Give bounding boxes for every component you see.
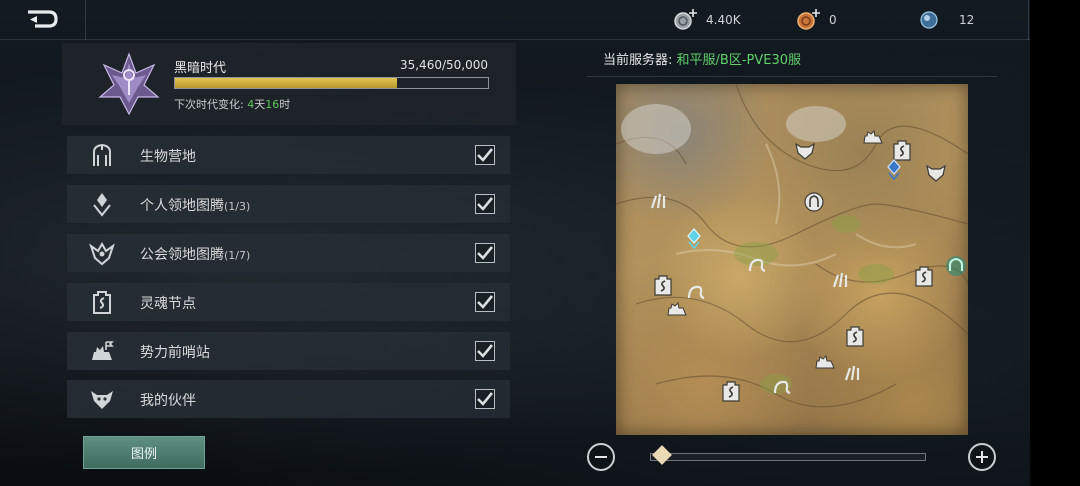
creature-marker-icon[interactable] (794, 139, 816, 161)
screen-edge (1030, 0, 1080, 486)
era-change-days-unit: 天 (254, 98, 266, 111)
resource-silver[interactable]: 4.40K (674, 8, 741, 32)
filter-checkbox[interactable] (475, 341, 495, 361)
back-button[interactable] (25, 8, 61, 30)
soul-node-marker-icon[interactable] (913, 265, 935, 287)
companion-icon (89, 386, 115, 412)
divider (1028, 0, 1029, 40)
bronze-coin-icon (797, 8, 821, 32)
checkmark-icon (477, 197, 494, 211)
claw-marker-icon[interactable] (830, 269, 852, 291)
serpent-marker-icon[interactable] (685, 279, 707, 301)
filter-row-personal-totem[interactable]: 个人领地图腾(1/3) (67, 185, 510, 223)
era-progress-bar (174, 77, 489, 89)
serpent-marker-icon[interactable] (771, 374, 793, 396)
zoom-slider-track[interactable] (650, 453, 926, 461)
back-arrow-icon (28, 10, 58, 28)
server-value: 和平服/B区-PVE30服 (676, 53, 802, 68)
claw-marker-icon[interactable] (648, 190, 670, 212)
claw-marker-icon[interactable] (842, 362, 864, 384)
filter-checkbox[interactable] (475, 243, 495, 263)
checkmark-icon (477, 344, 494, 358)
filter-label: 公会领地图腾(1/7) (140, 247, 251, 263)
bronze-amount: 0 (829, 13, 837, 27)
era-change-hours: 16 (265, 98, 280, 111)
era-change-countdown: 下次时代变化: 4天16时 (174, 96, 290, 112)
creature-camp-icon (89, 142, 115, 168)
filter-row-creature-camp[interactable]: 生物营地 (67, 136, 510, 174)
checkmark-icon (477, 148, 494, 162)
filter-row-outpost[interactable]: 势力前哨站 (67, 332, 510, 370)
era-change-label: 下次时代变化: (174, 98, 244, 111)
legend-button[interactable]: 图例 (83, 436, 205, 469)
serpent-marker-icon[interactable] (746, 252, 768, 274)
outpost-icon (89, 338, 115, 364)
server-label: 当前服务器: (603, 53, 673, 68)
world-map[interactable] (616, 84, 968, 435)
divider (85, 0, 86, 40)
personal-totem-marker-icon[interactable] (683, 227, 705, 249)
filter-label: 灵魂节点 (140, 296, 196, 312)
zoom-in-button[interactable] (968, 443, 996, 471)
current-server: 当前服务器: 和平服/B区-PVE30服 (603, 49, 801, 68)
era-progress-fill (175, 78, 397, 88)
filter-row-guild-totem[interactable]: 公会领地图腾(1/7) (67, 234, 510, 272)
guild-totem-marker-icon[interactable] (883, 158, 905, 180)
outpost-marker-icon[interactable] (814, 349, 836, 371)
camp-marker-icon[interactable] (803, 191, 825, 213)
filter-label: 个人领地图腾(1/3) (140, 198, 251, 214)
era-panel: 黑暗时代 35,460/50,000 下次时代变化: 4天16时 (62, 43, 516, 125)
era-progress-text: 35,460/50,000 (399, 58, 488, 72)
filter-checkbox[interactable] (475, 292, 495, 312)
filter-label: 我的伙伴 (140, 393, 196, 409)
checkmark-icon (477, 246, 494, 260)
soul-node-marker-icon[interactable] (652, 274, 674, 296)
guild-totem-icon (89, 240, 115, 266)
creature-marker-icon[interactable] (925, 161, 947, 183)
resource-crystal[interactable]: 12 (919, 8, 974, 32)
silver-amount: 4.40K (706, 13, 741, 27)
silver-coin-icon (674, 8, 698, 32)
checkmark-icon (477, 295, 494, 309)
top-bar: 4.40K 0 12 (0, 0, 1030, 40)
filter-row-companion[interactable]: 我的伙伴 (67, 380, 510, 418)
era-change-hours-unit: 时 (279, 98, 291, 111)
top-bar-divider (0, 39, 1030, 40)
checkmark-icon (477, 392, 494, 406)
personal-totem-icon (89, 191, 115, 217)
filter-label: 生物营地 (140, 149, 196, 165)
soul-node-marker-icon[interactable] (844, 325, 866, 347)
outpost-marker-icon[interactable] (862, 124, 884, 146)
soul-node-icon (89, 289, 115, 315)
filter-checkbox[interactable] (475, 145, 495, 165)
crystal-amount: 12 (959, 13, 975, 27)
era-name: 黑暗时代 (174, 61, 227, 76)
soul-node-marker-icon[interactable] (720, 380, 742, 402)
filter-label: 势力前哨站 (140, 345, 210, 361)
companion-marker-icon[interactable] (945, 255, 967, 277)
resource-bronze[interactable]: 0 (797, 8, 837, 32)
dark-era-emblem-icon (96, 51, 162, 117)
zoom-out-button[interactable] (587, 443, 615, 471)
crystal-orb-icon (919, 8, 943, 32)
server-divider (587, 76, 997, 77)
filter-row-soul-node[interactable]: 灵魂节点 (67, 283, 510, 321)
filter-checkbox[interactable] (475, 389, 495, 409)
filter-checkbox[interactable] (475, 194, 495, 214)
